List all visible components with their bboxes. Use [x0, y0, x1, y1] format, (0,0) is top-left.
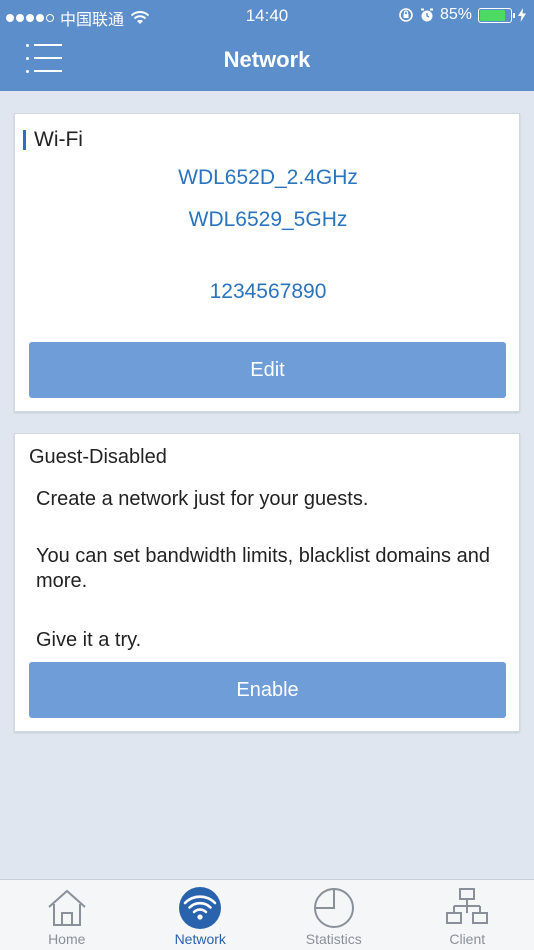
alarm-icon	[420, 8, 433, 22]
tab-network[interactable]: Network	[134, 880, 268, 950]
ssid-2-4ghz: WDL652D_2.4GHz	[178, 166, 358, 189]
tab-client[interactable]: Client	[401, 880, 534, 950]
rotation-lock-icon	[399, 8, 413, 22]
network-tree-icon	[446, 888, 489, 924]
tab-home-label: Home	[48, 931, 86, 947]
status-bar: 中国联通 14:40 85%	[0, 0, 534, 30]
status-bar-right: 85%	[398, 6, 526, 24]
guest-description-1: Create a network just for your guests.	[36, 488, 369, 510]
ssid-5ghz: WDL6529_5GHz	[188, 208, 348, 231]
edit-button[interactable]: Edit	[29, 342, 506, 398]
tab-statistics[interactable]: Statistics	[267, 880, 401, 950]
battery-icon	[478, 7, 515, 23]
bottom-tab-bar: Home Network Statistics Client	[0, 879, 534, 950]
wifi-password: 1234567890	[209, 280, 327, 303]
guest-description-3: Give it a try.	[36, 629, 142, 651]
app-header: 中国联通 14:40 85% Network	[0, 0, 534, 91]
battery-percent: 85%	[439, 6, 472, 23]
battery-level	[480, 9, 505, 21]
enable-button[interactable]: Enable	[29, 662, 506, 718]
guest-network-card: Guest-Disabled Create a network just for…	[14, 433, 520, 732]
tab-client-label: Client	[449, 931, 486, 947]
section-accent-bar	[23, 130, 26, 150]
guest-description-2: You can set bandwidth limits, blacklist …	[36, 545, 490, 592]
wifi-icon	[179, 887, 222, 929]
home-icon	[48, 889, 86, 926]
battery-tip	[513, 12, 515, 18]
wifi-card: Wi-Fi WDL652D_2.4GHz WDL6529_5GHz 123456…	[14, 113, 520, 412]
pie-chart-icon	[313, 888, 354, 928]
tab-home[interactable]: Home	[0, 880, 134, 950]
menu-line	[34, 44, 62, 46]
guest-card-title: Guest-Disabled	[29, 446, 167, 468]
tab-network-label: Network	[174, 931, 226, 947]
page-title: Network	[223, 47, 311, 72]
wifi-card-header: Wi-Fi	[23, 128, 83, 152]
wifi-card-title: Wi-Fi	[34, 128, 83, 151]
tab-statistics-label: Statistics	[305, 931, 362, 947]
charging-bolt-icon	[518, 8, 526, 22]
